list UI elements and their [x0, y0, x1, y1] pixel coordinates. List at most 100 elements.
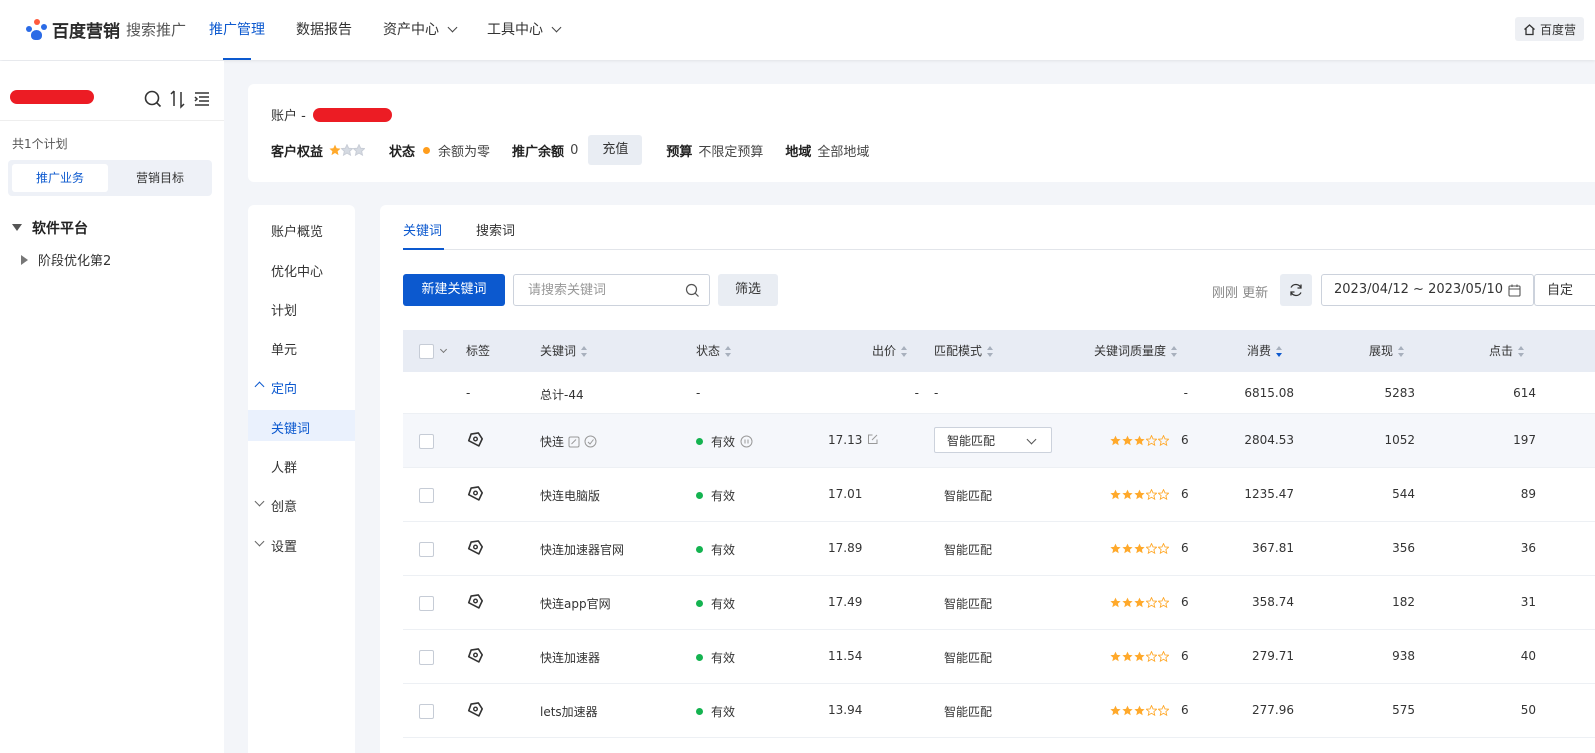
table-row[interactable]: 快连app官网 有效 17.49 智能匹配 6 358.74 182 31: [403, 576, 1595, 630]
row-checkbox[interactable]: [419, 542, 434, 557]
level-menu: 账户概览 优化中心 计划 单元 定向 关键词 人群 创意 设置: [248, 205, 355, 753]
menu-unit[interactable]: 单元: [271, 339, 297, 358]
chevron-down-icon[interactable]: [439, 345, 448, 354]
nav-asset-center[interactable]: 资产中心: [383, 0, 458, 60]
tab-search-terms[interactable]: 搜索词: [476, 220, 515, 239]
tag-icon[interactable]: [466, 701, 484, 719]
segment-marketing-goal[interactable]: 营销目标: [112, 164, 208, 192]
table-header: 标签 关键词 状态 出价 匹配模式 关键词质量度 消费 展现 点击: [403, 330, 1595, 372]
row-checkbox[interactable]: [419, 596, 434, 611]
total-row: - 总计-44 - - - - 6815.08 5283 614: [403, 373, 1595, 414]
tag-icon[interactable]: [466, 539, 484, 557]
tag-icon[interactable]: [466, 485, 484, 503]
date-range-picker[interactable]: 2023/04/12 ~ 2023/05/10: [1321, 274, 1534, 306]
tag-icon[interactable]: [466, 593, 484, 611]
account-info-row: 客户权益 状态 余额为零 推广余额 0 充值 预算 不限定预算 地域 全部地域: [271, 135, 891, 165]
main-nav: 推广管理 数据报告 资产中心 工具中心: [209, 0, 591, 60]
quality-stars: [1110, 651, 1169, 662]
star-filled-icon: [1122, 651, 1133, 662]
edit-icon[interactable]: [867, 433, 879, 445]
menu-settings[interactable]: 设置: [271, 536, 297, 555]
star-filled-icon: [1122, 489, 1133, 500]
tag-icon[interactable]: [466, 431, 484, 449]
table-row[interactable]: 快连电脑版 有效 17.01 智能匹配 6 1235.47 544 89: [403, 468, 1595, 522]
home-button[interactable]: 百度营: [1515, 17, 1585, 41]
menu-optimization-center[interactable]: 优化中心: [271, 261, 323, 280]
chevron-down-icon: [551, 22, 562, 33]
nav-data-report[interactable]: 数据报告: [296, 0, 352, 60]
quality-stars: [1110, 489, 1169, 500]
table-row[interactable]: 快连加速器 有效 11.54 智能匹配 6 279.71 938 40: [403, 630, 1595, 684]
tree-node-root[interactable]: 软件平台: [12, 218, 88, 238]
row-checkbox[interactable]: [419, 650, 434, 665]
tree-node-child[interactable]: 阶段优化第2: [21, 250, 111, 269]
custom-columns-button[interactable]: 自定: [1534, 274, 1595, 306]
menu-keyword[interactable]: 关键词: [271, 418, 310, 437]
total-match: -: [934, 386, 939, 400]
sort-icon: [581, 345, 588, 358]
match-mode-select[interactable]: 智能匹配: [934, 427, 1052, 453]
col-clicks[interactable]: 点击: [1489, 330, 1525, 372]
star-empty-icon: [1158, 597, 1169, 608]
nav-promotion-management[interactable]: 推广管理: [209, 0, 265, 60]
menu-account-overview[interactable]: 账户概览: [271, 221, 323, 240]
baidu-marketing-logo[interactable]: 百度营销 搜索推广: [26, 16, 186, 42]
account-title: 账户 -: [271, 105, 392, 124]
total-cost: 6815.08: [1244, 386, 1294, 400]
sort-icon: [901, 345, 908, 358]
menu-audience[interactable]: 人群: [271, 457, 297, 476]
impressions-cell: 575: [1392, 703, 1415, 717]
table-row[interactable]: lets加速器 有效 13.94 智能匹配 6 277.96 575 50: [403, 684, 1595, 738]
home-label: 百度营: [1540, 22, 1577, 37]
search-icon[interactable]: [685, 283, 700, 298]
diagnose-icon[interactable]: [584, 435, 597, 448]
table-row[interactable]: 快连 有效 17.13 智能匹配 6 2804.53 1052 197: [403, 414, 1595, 468]
redacted-account-id: [312, 108, 392, 122]
edit-note-icon[interactable]: [568, 436, 580, 448]
col-status[interactable]: 状态: [696, 330, 732, 372]
recharge-button[interactable]: 充值: [588, 135, 643, 165]
list-collapse-icon[interactable]: [193, 89, 211, 109]
total-clicks: 614: [1513, 386, 1536, 400]
tree-root-label: 软件平台: [32, 221, 88, 237]
status-value: 余额为零: [438, 144, 491, 160]
menu-targeting[interactable]: 定向: [271, 378, 297, 397]
star-filled-icon: [1122, 597, 1133, 608]
clicks-cell: 36: [1520, 541, 1536, 555]
total-impressions: 5283: [1384, 386, 1415, 400]
active-tab-indicator: [403, 248, 444, 250]
select-all-checkbox[interactable]: [419, 344, 434, 359]
col-match-mode[interactable]: 匹配模式: [934, 330, 994, 372]
star-empty-icon: [1158, 651, 1169, 662]
status-cell: 有效: [696, 703, 735, 720]
tabs-divider: [403, 249, 1595, 250]
row-checkbox[interactable]: [419, 704, 434, 719]
col-impressions[interactable]: 展现: [1369, 330, 1405, 372]
star-filled-icon: [1122, 435, 1133, 446]
filter-button[interactable]: 筛选: [718, 274, 778, 306]
col-keyword[interactable]: 关键词: [540, 330, 588, 372]
tree-child-label: 阶段优化第2: [38, 254, 112, 269]
search-icon[interactable]: [143, 89, 163, 109]
sort-icon[interactable]: [169, 89, 187, 109]
keyword-search-input[interactable]: [526, 275, 685, 305]
table-row[interactable]: 快连加速器官网 有效 17.89 智能匹配 6 367.81 356 36: [403, 522, 1595, 576]
tab-keywords[interactable]: 关键词: [403, 220, 442, 239]
menu-creative[interactable]: 创意: [271, 496, 297, 515]
col-bid[interactable]: 出价: [872, 330, 908, 372]
nav-tool-center[interactable]: 工具中心: [487, 0, 562, 60]
new-keyword-button[interactable]: 新建关键词: [403, 274, 505, 306]
tag-icon[interactable]: [466, 647, 484, 665]
cost-cell: 2804.53: [1244, 433, 1294, 447]
row-checkbox[interactable]: [419, 434, 434, 449]
segment-promotion-business[interactable]: 推广业务: [12, 164, 108, 192]
star-filled-icon: [1122, 543, 1133, 554]
col-quality[interactable]: 关键词质量度: [1094, 330, 1178, 372]
row-checkbox[interactable]: [419, 488, 434, 503]
pause-icon[interactable]: [740, 435, 753, 448]
star-empty-icon: [1158, 435, 1169, 446]
col-cost[interactable]: 消费: [1247, 330, 1283, 372]
refresh-button[interactable]: [1280, 274, 1312, 306]
menu-plan[interactable]: 计划: [271, 300, 297, 319]
quality-stars: [1110, 597, 1169, 608]
